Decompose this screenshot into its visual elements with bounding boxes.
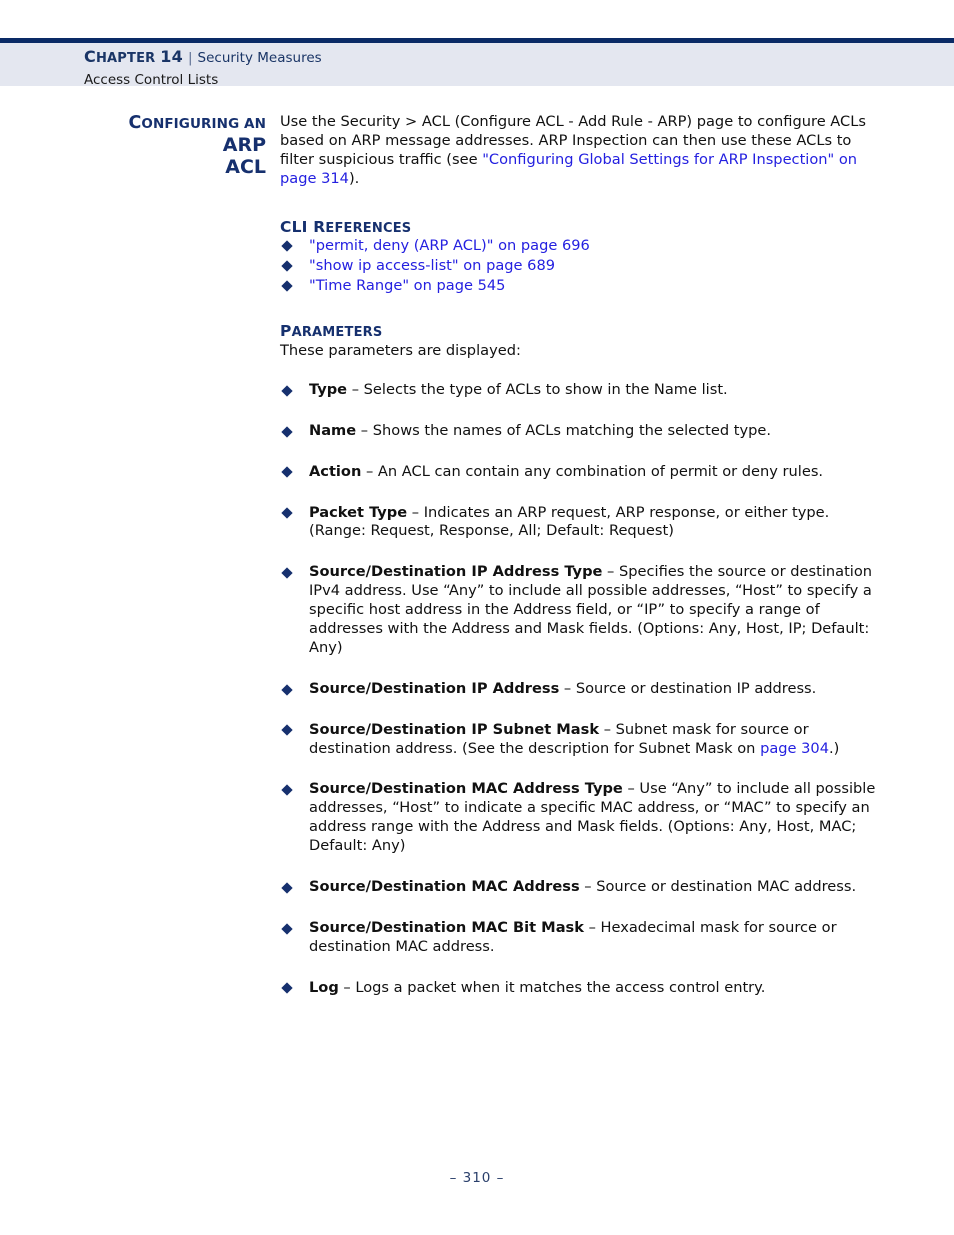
parameter-page-link[interactable]: page 304: [760, 740, 829, 757]
parameter-description: – Source or destination MAC address.: [579, 877, 857, 895]
diamond-bullet-icon: [281, 724, 293, 737]
section-heading: CONFIGURING AN ARP ACL: [84, 113, 266, 178]
cli-reference-link[interactable]: "permit, deny (ARP ACL)" on page 696: [309, 237, 590, 254]
section-heading-line-1: CONFIGURING AN ARP: [84, 113, 266, 156]
diamond-bullet-icon: [281, 260, 293, 272]
diamond-bullet-icon: [281, 507, 293, 519]
cli-reference-item[interactable]: "permit, deny (ARP ACL)" on page 696: [280, 236, 880, 256]
page-footer: – 310 –: [449, 1170, 505, 1186]
parameters-heading-cap: P: [280, 321, 292, 340]
running-header: CHAPTER 14 | Security Measures Access Cont…: [84, 45, 322, 90]
parameter-item-ip-address-type: Source/Destination IP Address Type – Spe…: [280, 563, 880, 657]
parameters-intro: These parameters are displayed:: [280, 341, 521, 359]
parameter-item-mac-address-type: Source/Destination MAC Address Type – Us…: [280, 780, 880, 856]
header-separator: |: [187, 50, 193, 66]
cli-reference-link[interactable]: "Time Range" on page 545: [309, 277, 505, 294]
parameter-item-name: Name – Shows the names of ACLs matching …: [280, 422, 880, 441]
diamond-bullet-icon: [281, 882, 293, 894]
parameter-term: Source/Destination MAC Bit Mask: [309, 918, 584, 936]
parameter-item-type: Type – Selects the type of ACLs to show …: [280, 381, 880, 400]
diamond-bullet-icon: [281, 466, 293, 479]
section-heading-emphasis-1: ARP: [222, 133, 266, 156]
section-heading-emphasis-2: ACL: [225, 156, 266, 179]
header-chapter-label: CHAPTER 14: [84, 47, 183, 66]
cli-reference-item[interactable]: "Time Range" on page 545: [280, 276, 880, 296]
parameter-description: – Shows the names of ACLs matching the s…: [356, 421, 772, 439]
parameter-description: – Logs a packet when it matches the acce…: [338, 978, 766, 996]
cli-references-list: "permit, deny (ARP ACL)" on page 696 "sh…: [280, 236, 880, 296]
parameters-heading: PARAMETERS: [280, 322, 880, 340]
section-heading-smallcaps: CONFIGURING AN: [128, 113, 266, 133]
diamond-bullet-icon: [281, 384, 293, 397]
diamond-bullet-icon: [281, 280, 293, 292]
parameter-item-ip-subnet-mask: Source/Destination IP Subnet Mask – Subn…: [280, 721, 880, 759]
parameter-item-packet-type: Packet Type – Indicates an ARP request, …: [280, 504, 880, 542]
diamond-bullet-icon: [281, 982, 293, 995]
parameter-description: – An ACL can contain any combination of …: [361, 462, 824, 480]
diamond-bullet-icon: [281, 425, 293, 438]
cli-reference-item[interactable]: "show ip access-list" on page 689: [280, 256, 880, 276]
parameter-item-mac-bit-mask: Source/Destination MAC Bit Mask – Hexade…: [280, 919, 880, 957]
diamond-bullet-icon: [281, 567, 293, 579]
intro-paragraph: Use the Security > ACL (Configure ACL - …: [280, 113, 880, 189]
parameter-item-action: Action – An ACL can contain any combinat…: [280, 463, 880, 482]
header-chapter-cap: C: [84, 47, 96, 66]
parameter-term: Source/Destination IP Address Type: [309, 563, 603, 581]
header-section-title: Security Measures: [197, 50, 322, 66]
cli-references-heading-cap: CLI R: [280, 217, 326, 236]
section-heading-cap: C: [128, 113, 142, 133]
header-line-chapter: CHAPTER 14 | Security Measures: [84, 45, 322, 69]
section-heading-rest: ONFIGURING AN: [141, 116, 266, 132]
cli-references-heading-rest: EFERENCES: [325, 220, 412, 236]
body-column: Use the Security > ACL (Configure ACL - …: [280, 113, 880, 998]
parameter-description: – Selects the type of ACLs to show in th…: [347, 380, 728, 398]
parameter-item-log: Log – Logs a packet when it matches the …: [280, 979, 880, 998]
parameters-list: Type – Selects the type of ACLs to show …: [280, 381, 880, 998]
diamond-bullet-icon: [281, 784, 293, 796]
parameter-term: Source/Destination IP Address: [309, 679, 560, 697]
cli-reference-link[interactable]: "show ip access-list" on page 689: [309, 257, 555, 274]
section-heading-line-2: ACL: [84, 156, 266, 178]
parameter-description: – Source or destination IP address.: [559, 679, 817, 697]
cli-references-heading: CLI REFERENCES: [280, 218, 880, 236]
parameter-term: Action: [309, 462, 362, 480]
parameter-term: Log: [309, 978, 339, 996]
parameter-term: Source/Destination MAC Address Type: [309, 780, 623, 798]
parameter-term: Name: [309, 421, 357, 439]
header-chapter-number: 14: [160, 47, 183, 66]
diamond-bullet-icon: [281, 923, 293, 935]
parameter-item-mac-address: Source/Destination MAC Address – Source …: [280, 878, 880, 897]
parameter-term: Source/Destination MAC Address: [309, 877, 580, 895]
parameter-term: Type: [309, 380, 348, 398]
parameters-heading-rest: ARAMETERS: [291, 324, 383, 340]
header-chapter-rest: HAPTER: [95, 51, 156, 66]
parameter-term: Packet Type: [309, 503, 408, 521]
parameter-term: Source/Destination IP Subnet Mask: [309, 720, 600, 738]
intro-text-after-link: ).: [348, 169, 360, 187]
parameter-description-after-link: .): [829, 739, 840, 757]
diamond-bullet-icon: [281, 683, 293, 696]
parameter-item-ip-address: Source/Destination IP Address – Source o…: [280, 680, 880, 699]
header-subsection-title: Access Control Lists: [84, 71, 219, 88]
diamond-bullet-icon: [281, 240, 293, 252]
